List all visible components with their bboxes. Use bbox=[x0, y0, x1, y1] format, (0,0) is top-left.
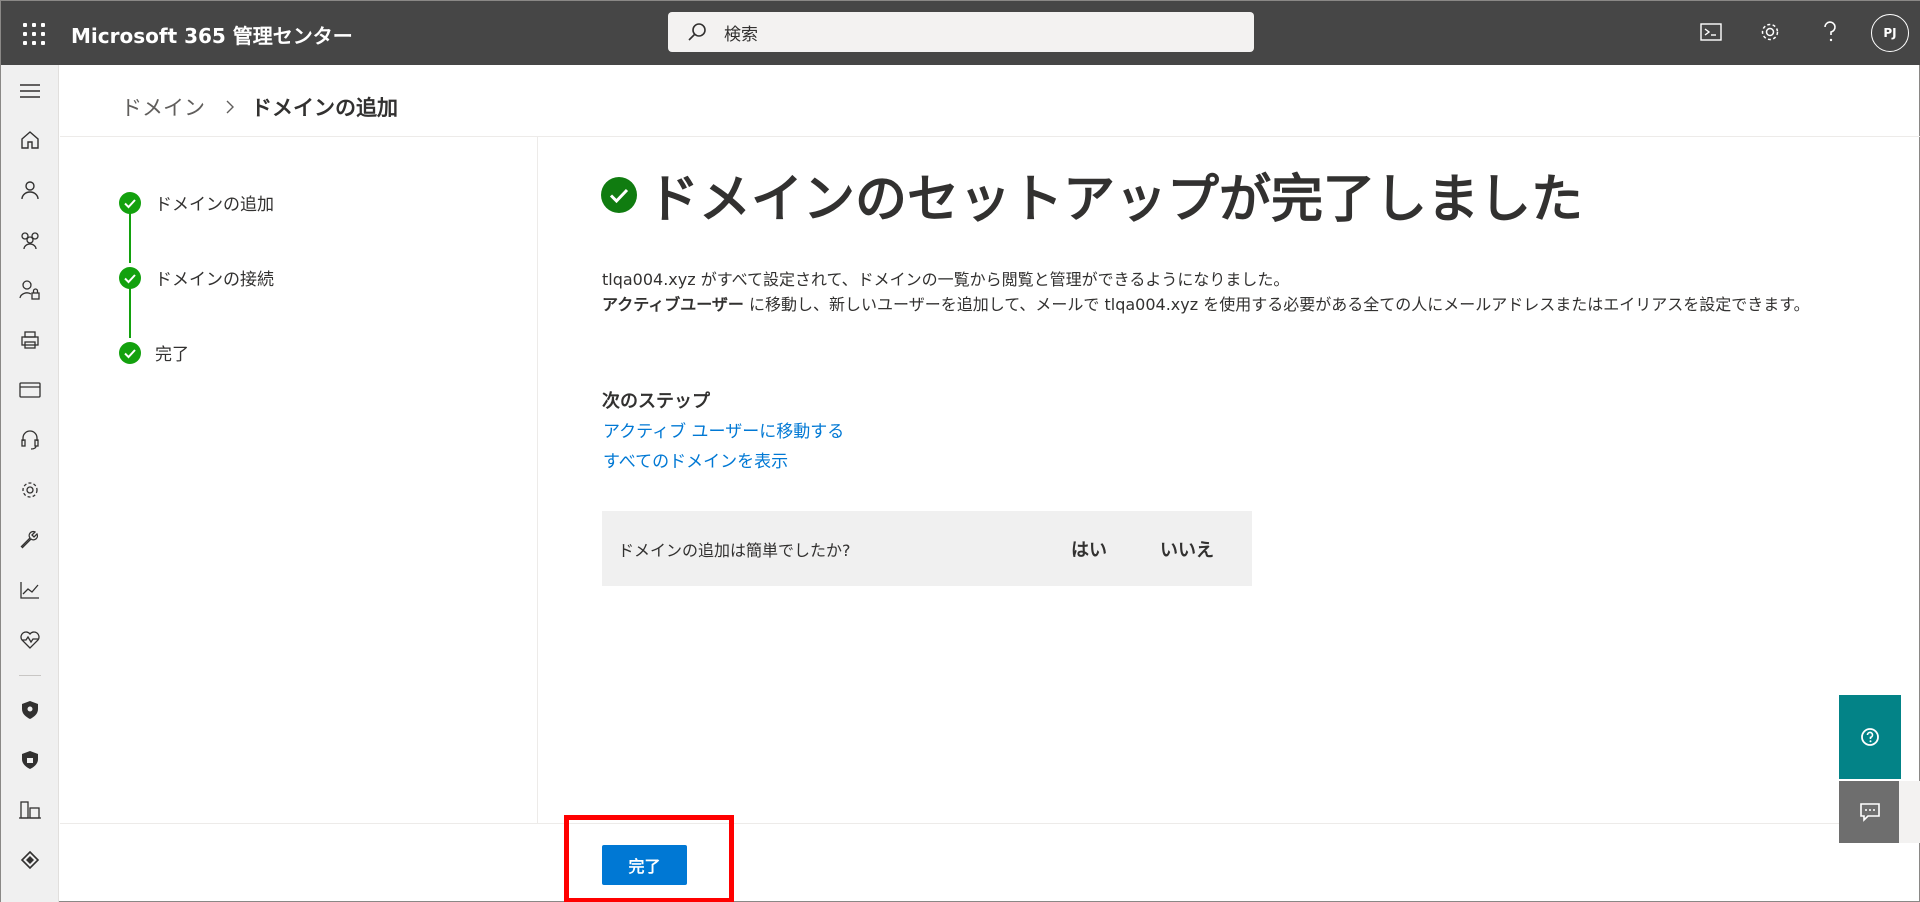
chevron-right-icon bbox=[226, 100, 234, 114]
search-box[interactable]: 検索 bbox=[668, 12, 1254, 52]
home-icon[interactable] bbox=[18, 128, 42, 152]
help-panel-button[interactable] bbox=[1839, 695, 1901, 779]
step-connector bbox=[129, 213, 131, 263]
nav-separator bbox=[19, 675, 41, 676]
azure-icon[interactable] bbox=[18, 848, 42, 872]
step-label: ドメインの接続 bbox=[155, 270, 274, 290]
shield-icon[interactable] bbox=[18, 698, 42, 722]
left-nav bbox=[1, 65, 59, 902]
step-label: 完了 bbox=[155, 345, 189, 365]
check-circle-icon bbox=[119, 341, 141, 364]
steps-divider bbox=[537, 137, 538, 823]
description-line-1: tlqa004.xyz がすべて設定されて、ドメインの一覧から閲覧と管理ができる… bbox=[602, 270, 1290, 289]
description-line-2: アクティブユーザー に移動し、新しいユーザーを追加して、メールで tlqa004… bbox=[602, 292, 1862, 317]
description: tlqa004.xyz がすべて設定されて、ドメインの一覧から閲覧と管理ができる… bbox=[602, 267, 1862, 317]
waffle-icon[interactable] bbox=[19, 19, 45, 45]
chat-icon bbox=[1860, 803, 1880, 822]
wrench-icon[interactable] bbox=[18, 528, 42, 552]
user-lock-icon[interactable] bbox=[18, 278, 42, 302]
check-circle-icon bbox=[119, 266, 141, 289]
step-connector bbox=[129, 288, 131, 338]
app-title[interactable]: Microsoft 365 管理センター bbox=[71, 20, 353, 49]
breadcrumb-domains-link[interactable]: ドメイン bbox=[121, 92, 205, 122]
page-title-text: ドメインのセットアップが完了しました bbox=[647, 170, 1584, 230]
health-heart-icon[interactable] bbox=[18, 628, 42, 652]
admin-centers-icon[interactable] bbox=[18, 798, 42, 822]
avatar[interactable]: PJ bbox=[1871, 14, 1909, 52]
breadcrumb: ドメイン ドメインの追加 bbox=[121, 91, 398, 123]
headset-icon[interactable] bbox=[18, 428, 42, 452]
page-title: ドメインのセットアップが完了しました bbox=[601, 157, 1583, 232]
step-add-domain: ドメインの追加 bbox=[119, 190, 274, 215]
chart-icon[interactable] bbox=[18, 578, 42, 602]
printer-icon[interactable] bbox=[18, 328, 42, 352]
help-icon[interactable] bbox=[1815, 17, 1845, 47]
gear-icon[interactable] bbox=[18, 478, 42, 502]
active-users-bold: アクティブユーザー bbox=[602, 295, 744, 314]
question-circle-icon bbox=[1861, 728, 1879, 746]
feedback-yes-button[interactable]: はい bbox=[1071, 536, 1107, 562]
step-finish: 完了 bbox=[119, 340, 189, 365]
description-line-2-rest: に移動し、新しいユーザーを追加して、メールで tlqa004.xyz を使用する… bbox=[743, 295, 1810, 314]
breadcrumb-current: ドメインの追加 bbox=[251, 96, 398, 120]
next-steps-heading: 次のステップ bbox=[602, 391, 710, 412]
group-icon[interactable] bbox=[18, 228, 42, 252]
search-icon bbox=[688, 23, 706, 41]
view-all-domains-link[interactable]: すべてのドメインを表示 bbox=[603, 447, 788, 472]
shield-icon[interactable] bbox=[18, 748, 42, 772]
panel-edge bbox=[1899, 781, 1920, 843]
header-divider bbox=[60, 136, 1920, 137]
done-button[interactable]: 完了 bbox=[602, 845, 687, 885]
feedback-question: ドメインの追加は簡単でしたか? bbox=[618, 540, 851, 560]
go-to-active-users-link[interactable]: アクティブ ユーザーに移動する bbox=[603, 417, 844, 442]
billing-card-icon[interactable] bbox=[18, 378, 42, 402]
search-placeholder: 検索 bbox=[724, 24, 758, 45]
feedback-chat-button[interactable] bbox=[1839, 781, 1901, 843]
top-bar: Microsoft 365 管理センター 検索 PJ bbox=[1, 1, 1920, 65]
terminal-icon[interactable] bbox=[1696, 17, 1726, 47]
menu-icon[interactable] bbox=[18, 79, 42, 103]
user-icon[interactable] bbox=[18, 178, 42, 202]
step-label: ドメインの追加 bbox=[155, 195, 274, 215]
feedback-box: ドメインの追加は簡単でしたか? はい いいえ bbox=[602, 511, 1252, 586]
step-connect-domain: ドメインの接続 bbox=[119, 265, 274, 290]
gear-icon[interactable] bbox=[1755, 17, 1785, 47]
check-circle-icon bbox=[601, 176, 637, 213]
footer-divider bbox=[60, 823, 1920, 824]
check-circle-icon bbox=[119, 191, 141, 214]
feedback-no-button[interactable]: いいえ bbox=[1160, 536, 1214, 562]
